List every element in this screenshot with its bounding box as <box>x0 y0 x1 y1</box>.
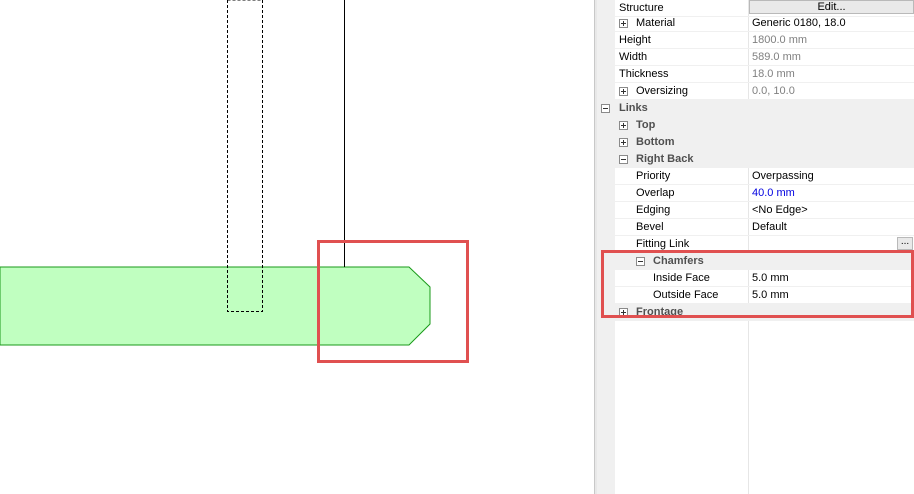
height-value: 1800.0 mm <box>752 34 808 46</box>
right-back-collapse-icon[interactable] <box>619 155 628 164</box>
oversizing-value: 0.0, 10.0 <box>752 85 795 97</box>
category-top[interactable]: Top <box>597 117 914 134</box>
material-label: Material <box>636 17 676 29</box>
bevel-value[interactable]: Default <box>752 219 787 236</box>
highlight-box-chamfers <box>601 250 914 318</box>
category-right-back[interactable]: Right Back <box>597 151 914 168</box>
row-thickness[interactable]: Thickness 18.0 mm <box>597 66 914 83</box>
height-label: Height <box>619 34 651 46</box>
drawing-canvas[interactable] <box>0 0 594 494</box>
row-material[interactable]: Material Generic 0180, 18.0 <box>597 15 914 32</box>
priority-value[interactable]: Overpassing <box>752 168 814 185</box>
links-label: Links <box>619 102 648 114</box>
overlap-value[interactable]: 40.0 mm <box>752 185 795 202</box>
oversizing-label: Oversizing <box>636 85 688 97</box>
thickness-label: Thickness <box>619 68 669 80</box>
bevel-label: Bevel <box>636 221 664 233</box>
material-value[interactable]: Generic 0180, 18.0 <box>752 15 846 32</box>
highlight-box-chamfer-corner <box>317 240 469 363</box>
priority-label: Priority <box>636 170 671 182</box>
overlap-label: Overlap <box>636 187 675 199</box>
bottom-label: Bottom <box>636 136 675 148</box>
material-expand-icon[interactable] <box>619 19 628 28</box>
fitting-link-browse-button[interactable]: ... <box>897 237 913 250</box>
bottom-expand-icon[interactable] <box>619 138 628 147</box>
hidden-panel-outline[interactable] <box>227 0 263 312</box>
width-label: Width <box>619 51 648 63</box>
row-priority[interactable]: Priority Overpassing <box>597 168 914 185</box>
row-edging[interactable]: Edging <No Edge> <box>597 202 914 219</box>
width-value: 589.0 mm <box>752 51 801 63</box>
row-overlap[interactable]: Overlap 40.0 mm <box>597 185 914 202</box>
properties-grid: Structure Edit... Material Generic 0180,… <box>597 0 914 494</box>
edging-value[interactable]: <No Edge> <box>752 202 808 219</box>
row-height[interactable]: Height 1800.0 mm <box>597 32 914 49</box>
top-label: Top <box>636 119 656 131</box>
category-bottom[interactable]: Bottom <box>597 134 914 151</box>
top-expand-icon[interactable] <box>619 121 628 130</box>
structure-edit-button[interactable]: Edit... <box>749 0 914 14</box>
category-links[interactable]: Links <box>597 100 914 117</box>
thickness-value: 18.0 mm <box>752 68 795 80</box>
oversizing-expand-icon[interactable] <box>619 87 628 96</box>
row-width[interactable]: Width 589.0 mm <box>597 49 914 66</box>
drawing-svg <box>0 0 431 346</box>
row-oversizing[interactable]: Oversizing 0.0, 10.0 <box>597 83 914 100</box>
edging-label: Edging <box>636 204 671 216</box>
right-back-label: Right Back <box>636 153 694 165</box>
row-bevel[interactable]: Bevel Default <box>597 219 914 236</box>
links-collapse-icon[interactable] <box>601 104 610 113</box>
